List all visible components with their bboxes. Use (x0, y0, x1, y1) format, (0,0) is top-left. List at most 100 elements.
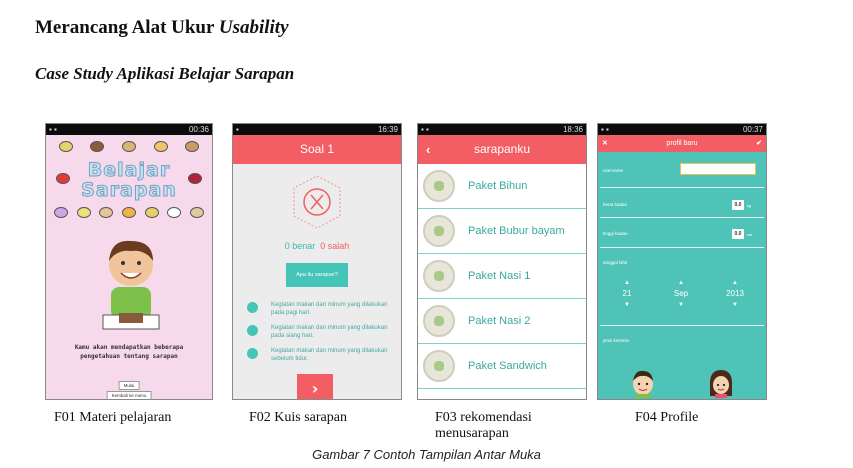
food-icon (58, 141, 73, 152)
food-icon (153, 141, 168, 152)
food-icon (76, 207, 91, 218)
arrow-up-icon[interactable]: ▲ (612, 279, 642, 287)
status-time: 16:39 (377, 125, 398, 134)
check-icon[interactable]: ✔ (756, 135, 762, 152)
answer-option[interactable]: Kegiatan makan dan minum yang dilakukan … (247, 347, 395, 363)
boy-avatar-icon[interactable] (630, 368, 656, 398)
caption-f03-line1: F03 rekomendasi (435, 410, 532, 425)
app-title-line2: Sarapan (81, 179, 177, 202)
day-picker[interactable]: ▲ 21 ▼ (612, 279, 642, 309)
month-picker[interactable]: ▲ Sep ▼ (666, 279, 696, 309)
month-value: Sep (673, 289, 689, 298)
boy-illustration-icon (102, 240, 160, 330)
plate-icon (423, 305, 455, 337)
year-picker[interactable]: ▲ 2013 ▼ (720, 279, 750, 309)
app-bar: ✕ profil baru ✔ (598, 135, 766, 152)
status-time: 00:36 (188, 125, 209, 134)
close-icon[interactable]: ✕ (602, 135, 608, 152)
answer-option[interactable]: Kegiatan makan dan minum yang dilakukan … (247, 301, 395, 317)
girl-avatar-icon[interactable] (708, 368, 734, 398)
username-label: username (603, 168, 624, 173)
intro-text: Kamu akan mendapatkan beberapa pengetahu… (74, 344, 184, 360)
weight-input[interactable]: 0.0 (732, 200, 744, 210)
menu-label: Paket Nasi 1 (468, 270, 531, 282)
food-icon (167, 207, 182, 218)
height-input[interactable]: 0.0 (732, 229, 744, 239)
divider (600, 325, 764, 326)
start-button[interactable]: Mulai (118, 381, 140, 390)
list-item[interactable]: Paket Nasi 2 (418, 299, 586, 344)
arrow-down-icon[interactable]: ▼ (720, 301, 750, 309)
list-item[interactable]: Paket Bubur bayam (418, 209, 586, 254)
question-box: Apa itu sarapan? (286, 263, 348, 287)
status-time: 18:36 (562, 125, 583, 134)
food-icon (121, 141, 136, 152)
figure-caption: Gambar 7 Contoh Tampilan Antar Muka (312, 447, 541, 462)
list-item[interactable]: Paket Sandwich (418, 344, 586, 389)
back-to-menu-button[interactable]: Kembali ke menu (106, 391, 152, 399)
strawberry-icon (56, 173, 70, 184)
radio-icon[interactable] (247, 302, 258, 313)
food-icon (144, 207, 159, 218)
screen-title: sarapanku (473, 142, 531, 156)
phone-f01: ▪ ▪ 00:36 Belajar Sarapan Kamu akan mend… (45, 123, 213, 400)
food-icon (90, 141, 105, 152)
heading-title: Merancang Alat Ukur Usability (35, 17, 289, 38)
year-value: 2013 (726, 289, 744, 298)
menu-label: Paket Sandwich (468, 360, 547, 372)
caption-f04: F04 Profile (635, 410, 699, 425)
correct-count: 0 benar (284, 241, 316, 251)
phone-f02: ▪ 16:39 Soal 1 0 benar 0 salah Apa itu sa… (232, 123, 402, 400)
food-icon (189, 207, 204, 218)
divider (600, 247, 764, 248)
status-icons: ▪ ▪ (49, 125, 57, 134)
quiz-title: Soal 1 (233, 135, 401, 164)
divider (600, 187, 764, 188)
arrow-up-icon[interactable]: ▲ (666, 279, 696, 287)
screen-materi: Belajar Sarapan Kamu akan mendapatkan be… (46, 135, 212, 399)
phone-f04: ▪ ▪ 00:37 ✕ profil baru ✔ username berat ba… (597, 123, 767, 400)
radio-icon[interactable] (247, 348, 258, 359)
arrow-down-icon[interactable]: ▼ (666, 301, 696, 309)
menu-label: Paket Bihun (468, 180, 528, 192)
list-item[interactable]: Paket Nasi 1 (418, 254, 586, 299)
gender-label: jenis kelamin (603, 338, 630, 343)
screen-kuis: Soal 1 0 benar 0 salah Apa itu sarapan? … (233, 135, 401, 399)
food-icon (185, 141, 200, 152)
radio-icon[interactable] (247, 325, 258, 336)
food-icon (121, 207, 136, 218)
food-icon (99, 207, 114, 218)
arrow-down-icon[interactable]: ▼ (612, 301, 642, 309)
back-chevron-icon[interactable]: ‹ (426, 135, 430, 164)
screen-sarapanku: ‹ sarapanku Paket Bihun Paket Bubur bayam… (418, 135, 586, 399)
arrow-up-icon[interactable]: ▲ (720, 279, 750, 287)
birthdate-label: tanggal lahir (603, 260, 628, 265)
screen-title: profil baru (666, 140, 698, 147)
status-icons: ▪ ▪ (421, 125, 429, 134)
answer-option[interactable]: Kegiatan makan dan minum yang dilakukan … (247, 324, 395, 340)
status-bar: ▪ ▪ 00:37 (598, 124, 766, 135)
list-item[interactable]: Paket Bihun (418, 164, 586, 209)
status-bar: ▪ ▪ 18:36 (418, 124, 586, 135)
status-time: 00:37 (742, 125, 763, 134)
answer-text: Kegiatan makan dan minum yang dilakukan … (271, 302, 388, 316)
divider (600, 217, 764, 218)
username-input[interactable] (680, 163, 756, 175)
plate-icon (423, 350, 455, 382)
next-button[interactable]: › (297, 374, 333, 399)
menu-label: Paket Bubur bayam (468, 225, 565, 237)
weight-label: berat badan (603, 202, 628, 207)
food-icon (54, 207, 69, 218)
caption-f02: F02 Kuis sarapan (249, 410, 347, 425)
answer-text: Kegiatan makan dan minum yang dilakukan … (271, 348, 388, 362)
food-icons-row-bottom (50, 207, 208, 218)
phone-f03: ▪ ▪ 18:36 ‹ sarapanku Paket Bihun Paket Bu… (417, 123, 587, 400)
plate-cutlery-icon (293, 175, 341, 229)
status-bar: ▪ ▪ 00:36 (46, 124, 212, 135)
caption-f01: F01 Materi pelajaran (54, 410, 172, 425)
weight-unit: kg (747, 203, 752, 208)
day-value: 21 (622, 289, 632, 298)
plate-icon (423, 260, 455, 292)
height-unit: cm (747, 232, 753, 237)
app-bar: ‹ sarapanku (418, 135, 586, 164)
